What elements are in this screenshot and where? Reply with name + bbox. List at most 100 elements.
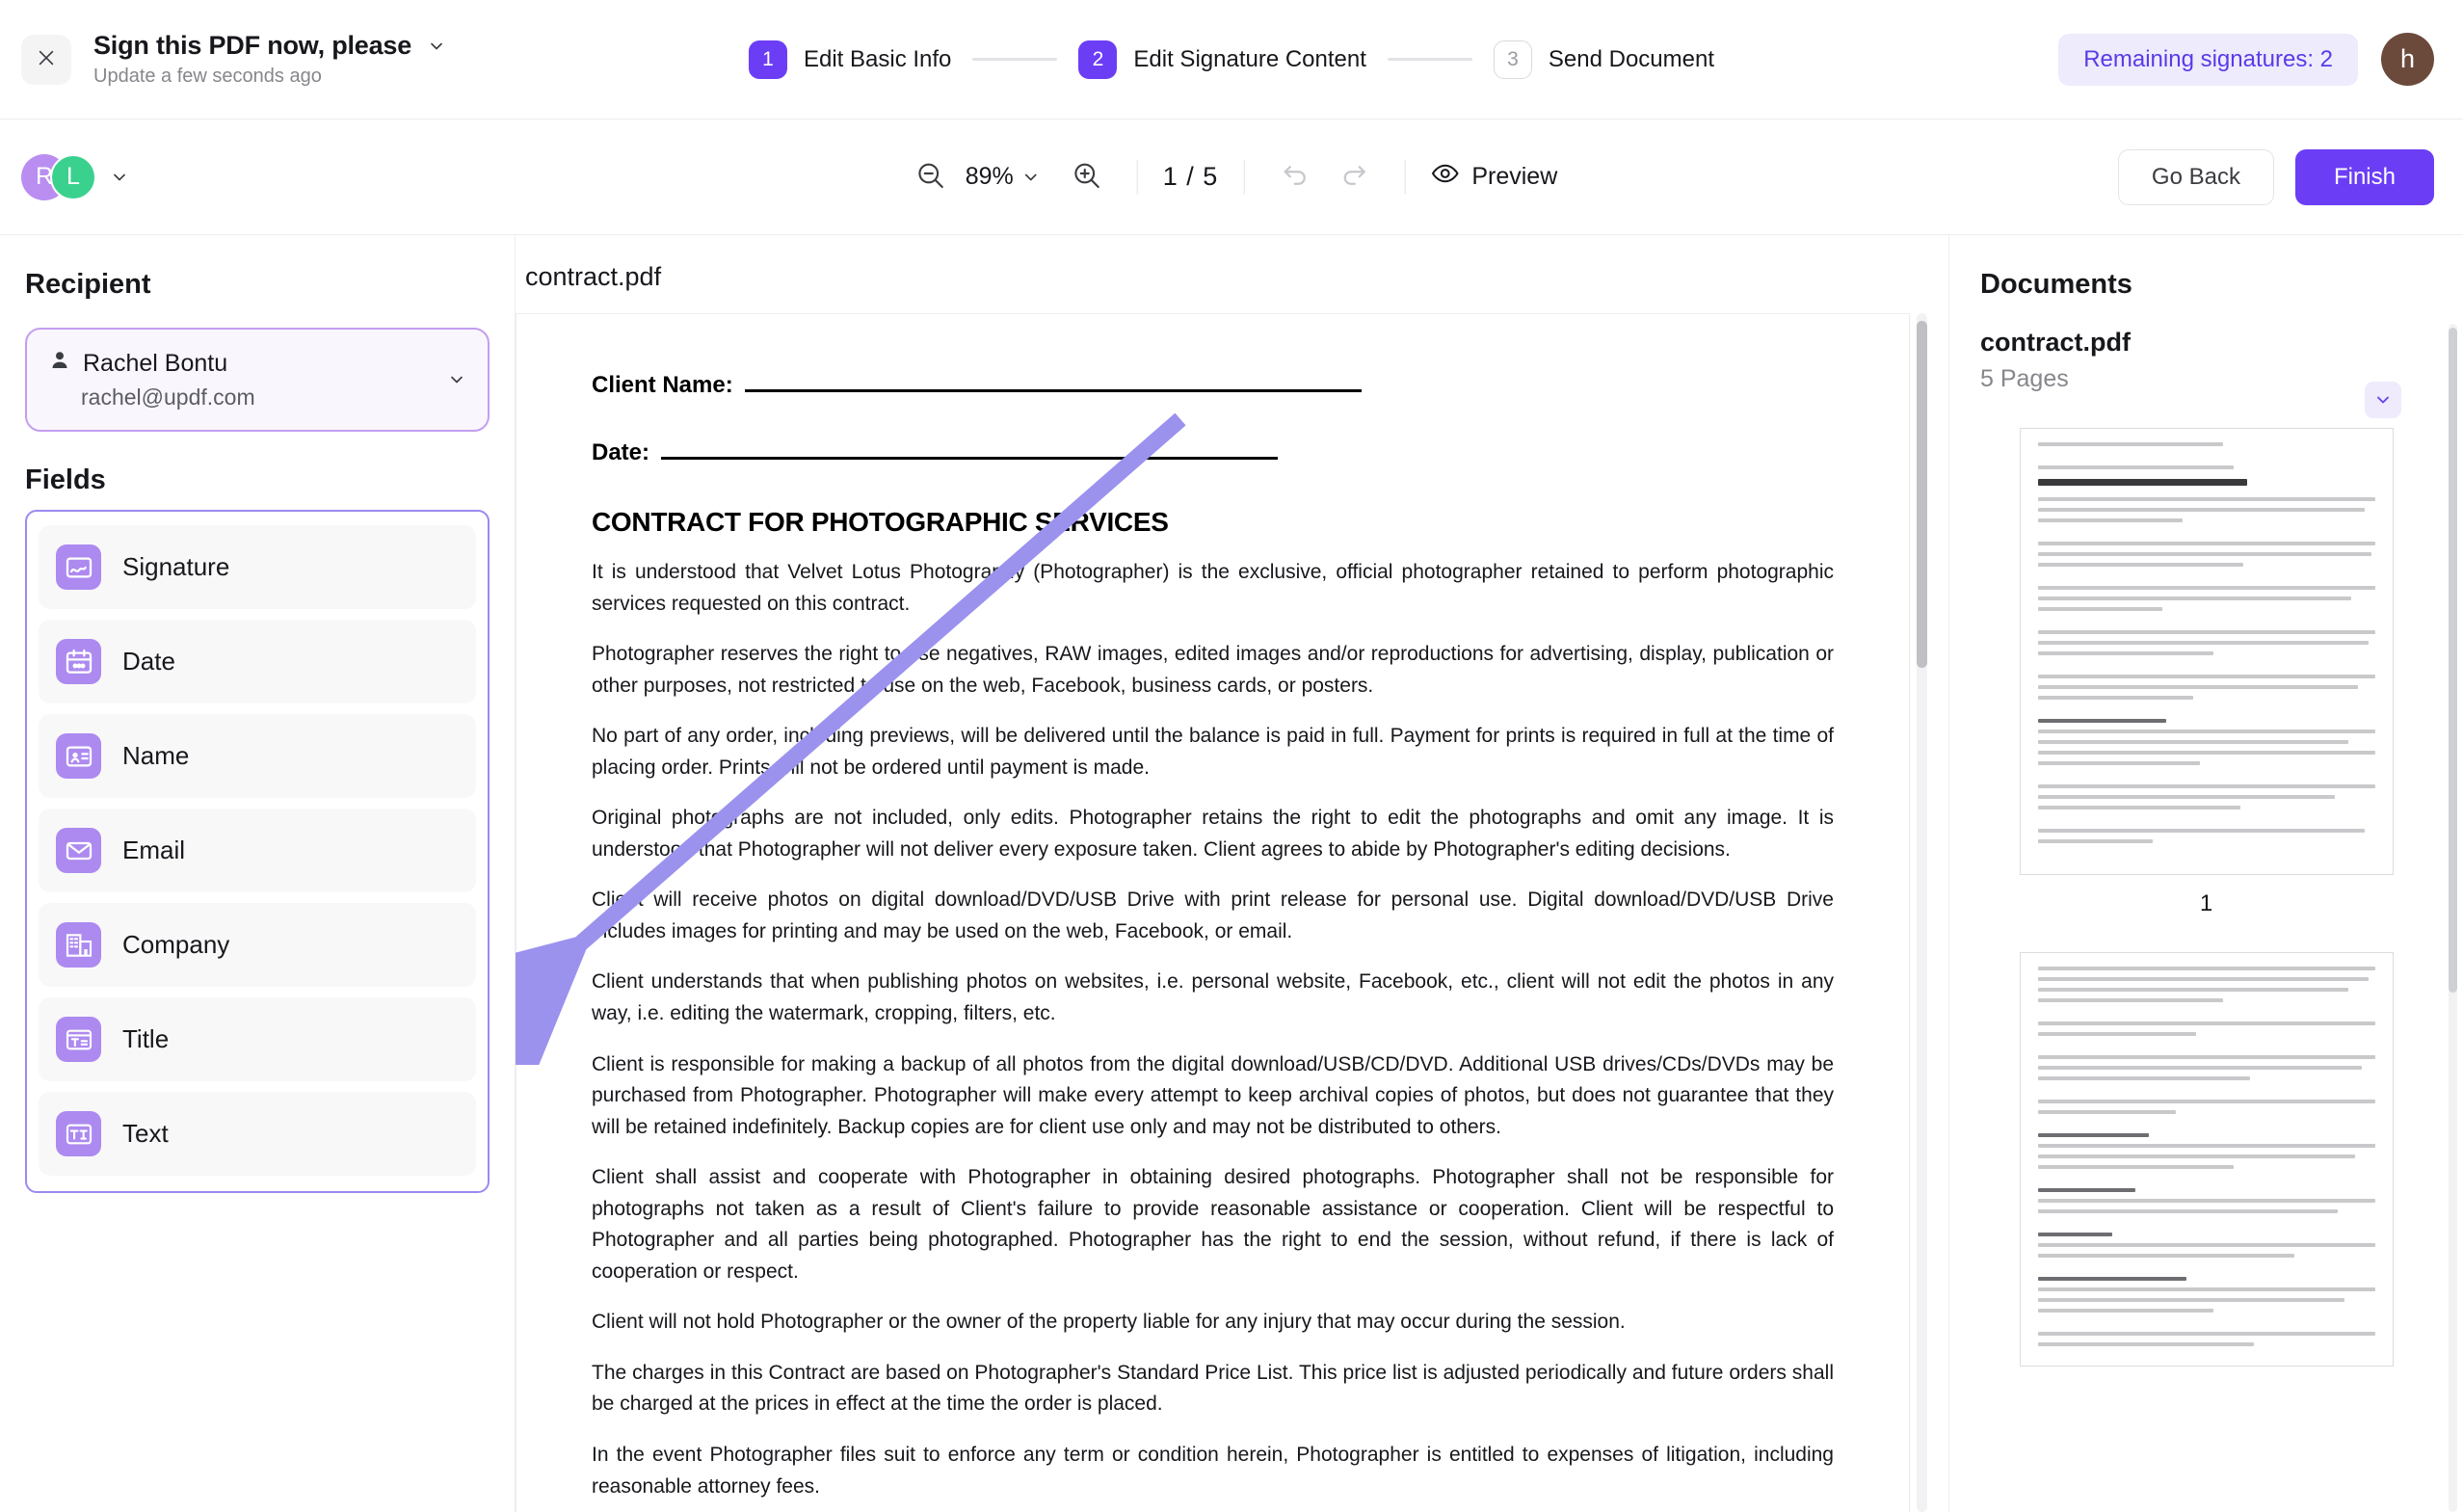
app-header: Sign this PDF now, please Update a few s… — [0, 0, 2463, 119]
go-back-button[interactable]: Go Back — [2117, 148, 2274, 205]
title-text-icon — [56, 1017, 101, 1062]
zoom-in-icon — [1072, 160, 1102, 194]
finish-button[interactable]: Finish — [2294, 148, 2434, 205]
documents-heading: Documents — [1980, 269, 2132, 300]
page-indicator[interactable]: 1 / 5 — [1163, 162, 1219, 192]
field-item-date[interactable]: Date — [39, 620, 476, 703]
calendar-icon — [56, 639, 101, 684]
title-chevron-down-icon[interactable] — [427, 37, 446, 56]
toolbar-actions: Go Back Finish — [2117, 148, 2434, 205]
fields-list: Signature Date Name Email Company Title … — [25, 510, 490, 1193]
text-icon — [56, 1111, 101, 1156]
document-subtitle: Update a few seconds ago — [93, 66, 322, 87]
step-1-label: Edit Basic Info — [803, 45, 952, 72]
zoom-level-value[interactable]: 89% — [966, 163, 1014, 191]
step-2-badge: 2 — [1078, 40, 1118, 79]
viewer-header: contract.pdf — [516, 235, 1948, 313]
zoom-controls: 89% 1 / 5 Preview — [906, 152, 1557, 202]
avatars-chevron-down-icon[interactable] — [110, 168, 129, 187]
recipient-email: rachel@updf.com — [81, 385, 255, 410]
toolbar-divider-2 — [1243, 159, 1245, 195]
zoom-out-button[interactable] — [906, 152, 956, 202]
contract-paragraph: It is understood that Velvet Lotus Photo… — [592, 561, 1834, 615]
close-button[interactable] — [21, 34, 71, 85]
contract-paragraph: Client shall assist and cooperate with P… — [592, 1166, 1834, 1283]
redo-icon — [1339, 161, 1368, 193]
app-root: Sign this PDF now, please Update a few s… — [0, 0, 2463, 1512]
form-rule-client-name — [744, 389, 1362, 392]
contract-paragraph: Client will receive photos on digital do… — [592, 889, 1834, 942]
recipient-chevron-down-icon[interactable] — [447, 370, 466, 389]
contract-paragraph: No part of any order, including previews… — [592, 725, 1834, 779]
contract-paragraph: In the event Photographer files suit to … — [592, 1444, 1834, 1498]
left-sidebar: Recipient Rachel Bontu rachel@updf.com F… — [0, 235, 516, 1512]
document-title-block: Sign this PDF now, please Update a few s… — [93, 31, 446, 88]
recipient-avatars[interactable]: R L — [21, 153, 129, 200]
field-item-text[interactable]: Text — [39, 1092, 476, 1176]
user-avatar[interactable]: h — [2381, 33, 2434, 86]
fields-heading: Fields — [25, 464, 106, 495]
zoom-in-button[interactable] — [1062, 152, 1112, 202]
contract-paragraph: The charges in this Contract are based o… — [592, 1361, 1834, 1416]
recipient-heading: Recipient — [25, 269, 151, 300]
step-2[interactable]: 2 Edit Signature Content — [1078, 40, 1366, 79]
form-rule-date — [661, 457, 1279, 460]
step-connector-1 — [972, 58, 1058, 61]
field-item-email[interactable]: Email — [39, 809, 476, 892]
field-label-signature: Signature — [122, 552, 230, 581]
remaining-signatures-badge[interactable]: Remaining signatures: 2 — [2058, 33, 2358, 86]
app-body: Recipient Rachel Bontu rachel@updf.com F… — [0, 235, 2463, 1512]
documents-collapse-chevron-down-icon[interactable] — [2365, 382, 2401, 418]
step-3[interactable]: 3 Send Document — [1493, 40, 1714, 79]
avatar-recipient-2[interactable]: L — [50, 153, 96, 200]
step-1-badge: 1 — [748, 40, 787, 79]
field-item-company[interactable]: Company — [39, 903, 476, 987]
page-scroll-area[interactable]: Client Name: Date: CONTRACT FOR PHOTOGRA… — [516, 313, 1948, 1512]
field-item-name[interactable]: Name — [39, 714, 476, 798]
field-item-signature[interactable]: Signature — [39, 525, 476, 609]
undo-icon — [1280, 161, 1309, 193]
eye-icon — [1430, 159, 1459, 195]
field-label-text: Text — [122, 1119, 169, 1148]
form-line-date: Date: — [592, 439, 1834, 466]
building-icon — [56, 922, 101, 968]
step-2-label: Edit Signature Content — [1133, 45, 1366, 72]
viewer-file-name: contract.pdf — [525, 262, 662, 291]
viewer-scrollbar-thumb[interactable] — [1917, 321, 1927, 668]
field-label-date: Date — [122, 647, 175, 676]
field-label-company: Company — [122, 930, 230, 959]
document-list-item[interactable]: contract.pdf 5 Pages — [1980, 328, 2432, 393]
contract-paragraph: Photographer reserves the right to use n… — [592, 643, 1834, 697]
contract-paragraph: Original photographs are not included, o… — [592, 807, 1834, 861]
undo-button[interactable] — [1269, 152, 1319, 202]
header-right-group: Remaining signatures: 2 h — [2058, 33, 2434, 86]
field-label-title: Title — [122, 1024, 170, 1053]
documents-scrollbar-thumb[interactable] — [2449, 328, 2457, 993]
form-label-date: Date: — [592, 439, 650, 465]
contract-paragraph: Client is responsible for making a backu… — [592, 1052, 1834, 1138]
editor-toolbar: R L 89% 1 / 5 Preview Go Back Finish — [0, 119, 2463, 235]
page-thumbnail-1[interactable] — [2019, 428, 2394, 875]
document-file-name: contract.pdf — [1980, 328, 2132, 357]
zoom-out-icon — [915, 160, 946, 194]
person-icon — [48, 349, 71, 379]
document-viewer: contract.pdf Client Name: Date: CONTRACT… — [516, 235, 1948, 1512]
toolbar-divider-3 — [1404, 159, 1406, 195]
pdf-page-1: Client Name: Date: CONTRACT FOR PHOTOGRA… — [516, 313, 1910, 1512]
page-title: Sign this PDF now, please — [93, 31, 412, 60]
page-thumbnail-2[interactable] — [2019, 952, 2394, 1366]
recipient-name: Rachel Bontu — [83, 350, 228, 377]
contract-paragraph: Client understands that when publishing … — [592, 970, 1834, 1025]
recipient-selector[interactable]: Rachel Bontu rachel@updf.com — [25, 328, 490, 432]
contract-title: CONTRACT FOR PHOTOGRAPHIC SERVICES — [592, 507, 1169, 537]
redo-button[interactable] — [1329, 152, 1379, 202]
preview-button[interactable]: Preview — [1430, 159, 1557, 195]
signature-icon — [56, 544, 101, 590]
step-3-badge: 3 — [1493, 40, 1532, 79]
form-label-client-name: Client Name: — [592, 372, 733, 398]
field-item-title[interactable]: Title — [39, 997, 476, 1081]
step-1[interactable]: 1 Edit Basic Info — [748, 40, 952, 79]
documents-panel: Documents contract.pdf 5 Pages 1 — [1948, 235, 2463, 1512]
zoom-chevron-down-icon[interactable] — [1021, 168, 1041, 187]
wizard-stepper: 1 Edit Basic Info 2 Edit Signature Conte… — [748, 40, 1714, 79]
